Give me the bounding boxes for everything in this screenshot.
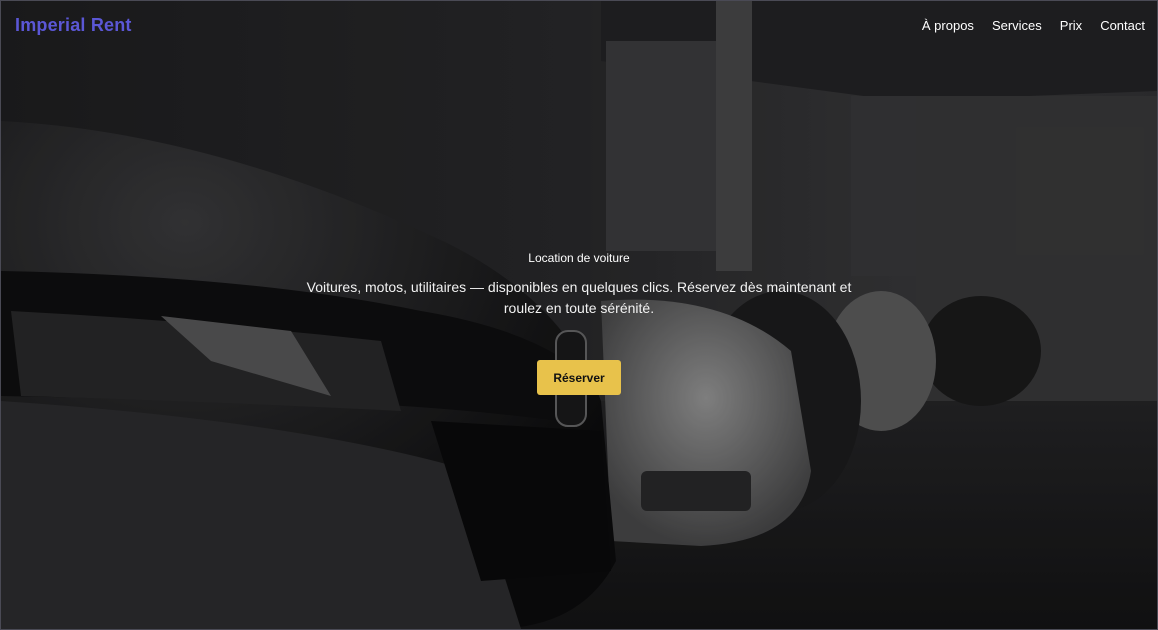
nav-link-contact[interactable]: Contact [1100,18,1145,33]
page-frame: Imperial Rent À propos Services Prix Con… [0,0,1158,630]
nav-links: À propos Services Prix Contact [922,18,1145,33]
nav-link-prix[interactable]: Prix [1060,18,1082,33]
nav-link-a-propos[interactable]: À propos [922,18,974,33]
hero-content: Location de voiture Voitures, motos, uti… [1,251,1157,395]
top-navbar: Imperial Rent À propos Services Prix Con… [1,1,1157,49]
reserve-button[interactable]: Réserver [537,360,621,395]
hero-eyebrow: Location de voiture [528,251,630,265]
brand-logo[interactable]: Imperial Rent [15,15,132,36]
nav-link-services[interactable]: Services [992,18,1042,33]
hero-tagline: Voitures, motos, utilitaires — disponibl… [306,279,852,316]
